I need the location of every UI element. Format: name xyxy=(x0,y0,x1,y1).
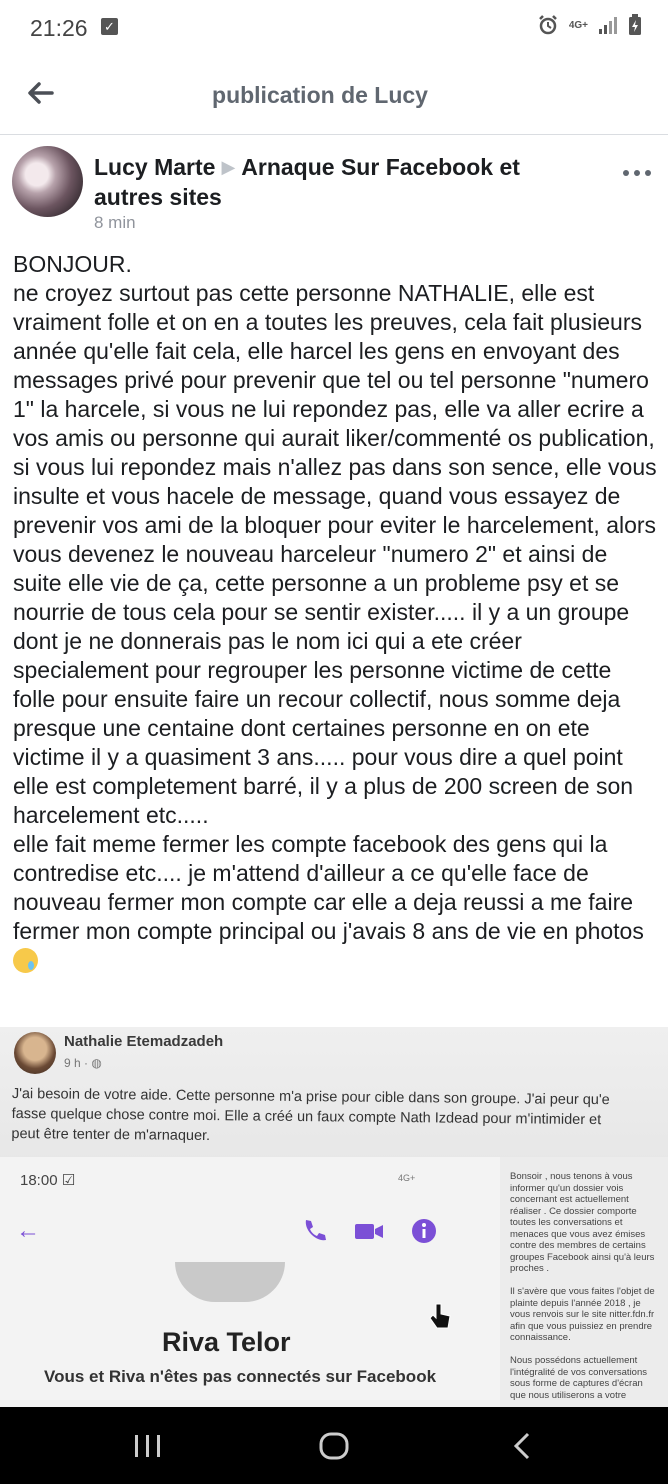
network-type-label: 4G+ xyxy=(568,19,588,31)
post-author-line: Lucy Marte ▶ Arnaque Sur Facebook et autre… xyxy=(94,152,564,212)
app-bar: publication de Lucy xyxy=(0,60,668,135)
status-icons: 4G+ xyxy=(537,14,642,36)
inner-status-time: 18:00 ☑ xyxy=(20,1171,75,1189)
crying-face-icon xyxy=(13,948,38,973)
page-title: publication de Lucy xyxy=(212,82,428,108)
inner-back-arrow-icon: ← xyxy=(16,1217,40,1244)
photo-time-label: 9 h · xyxy=(64,1056,89,1070)
inner-time-label: 18:00 xyxy=(20,1172,58,1189)
triangle-right-icon: ▶ xyxy=(221,157,236,177)
checkbox-notification-icon: ✓ xyxy=(101,18,118,35)
inner-contact-name: Riva Telor xyxy=(162,1327,291,1357)
inner-call-icons xyxy=(300,1217,438,1245)
signal-icon xyxy=(599,17,617,34)
home-icon[interactable] xyxy=(318,1430,350,1462)
photo-side-note: Bonsoir , nous tenons à vous informer qu… xyxy=(500,1157,668,1407)
globe-icon: ◍ xyxy=(91,1056,102,1070)
status-bar: 21:26 ✓ 4G+ xyxy=(0,0,668,58)
post-text: BONJOUR. ne croyez surtout pas cette per… xyxy=(13,251,657,944)
author-avatar[interactable] xyxy=(12,146,83,217)
battery-icon xyxy=(629,14,641,35)
system-nav-bar xyxy=(0,1407,668,1484)
side-note-text: Bonsoir , nous tenons à vous informer qu… xyxy=(510,1171,655,1401)
photo-post-time: 9 h · ◍ xyxy=(64,1056,102,1070)
video-call-icon xyxy=(355,1224,383,1239)
inner-network-label: 4G+ xyxy=(398,1173,416,1183)
info-icon xyxy=(412,1219,436,1243)
hand-cursor-icon xyxy=(429,1303,451,1329)
phone-icon xyxy=(305,1220,326,1241)
post-photo[interactable]: Nathalie Etemadzadeh 9 h · ◍ J'ai besoin… xyxy=(0,1027,668,1407)
status-time: 21:26 xyxy=(30,15,88,41)
post-timestamp[interactable]: 8 min xyxy=(94,213,136,233)
alarm-icon xyxy=(538,15,557,35)
inner-phone-screenshot: 18:00 ☑ 4G+ ← Riva Telor Vous et Riva n'… xyxy=(0,1157,500,1407)
photo-author-avatar xyxy=(14,1032,56,1074)
inner-check-icon: ☑ xyxy=(61,1172,76,1189)
inner-contact-subtitle: Vous et Riva n'êtes pas connectés sur Fa… xyxy=(44,1367,437,1386)
recent-apps-icon[interactable] xyxy=(133,1434,163,1458)
nav-back-icon[interactable] xyxy=(510,1431,534,1461)
more-options-icon[interactable] xyxy=(622,168,652,178)
photo-post-text: J'ai besoin de votre aide. Cette personn… xyxy=(11,1085,610,1145)
post-header: Lucy Marte ▶ Arnaque Sur Facebook et autre… xyxy=(0,140,668,236)
photo-author-name: Nathalie Etemadzadeh xyxy=(64,1033,224,1050)
post-body: BONJOUR. ne croyez surtout pas cette per… xyxy=(13,250,658,975)
author-name[interactable]: Lucy Marte xyxy=(94,154,215,180)
inner-profile-photo xyxy=(175,1262,285,1302)
